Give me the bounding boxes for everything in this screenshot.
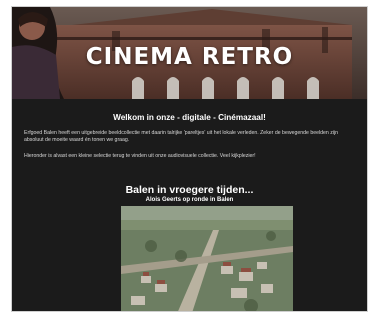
intro-paragraph-1: Erfgoed Balen heeft een uitgebreide beel… bbox=[24, 130, 339, 143]
video-thumbnail[interactable] bbox=[121, 206, 293, 311]
hero-title: CINEMA RETRO bbox=[85, 44, 294, 70]
main-content: Welkom in onze - digitale - Cinémazaal! … bbox=[12, 99, 367, 311]
welcome-heading: Welkom in onze - digitale - Cinémazaal! bbox=[113, 113, 266, 122]
section-title: Balen in vroegere tijden... bbox=[125, 184, 254, 196]
hero-banner: CINEMA RETRO bbox=[12, 7, 367, 99]
aerial-photo-image bbox=[121, 206, 293, 311]
section-subtitle: Alois Geerts op ronde in Balen bbox=[145, 197, 234, 203]
intro-paragraph-2: Hieronder is alvast een kleine selectie … bbox=[24, 153, 256, 159]
page-frame: CINEMA RETRO Welkom in onze - digitale -… bbox=[11, 6, 368, 312]
